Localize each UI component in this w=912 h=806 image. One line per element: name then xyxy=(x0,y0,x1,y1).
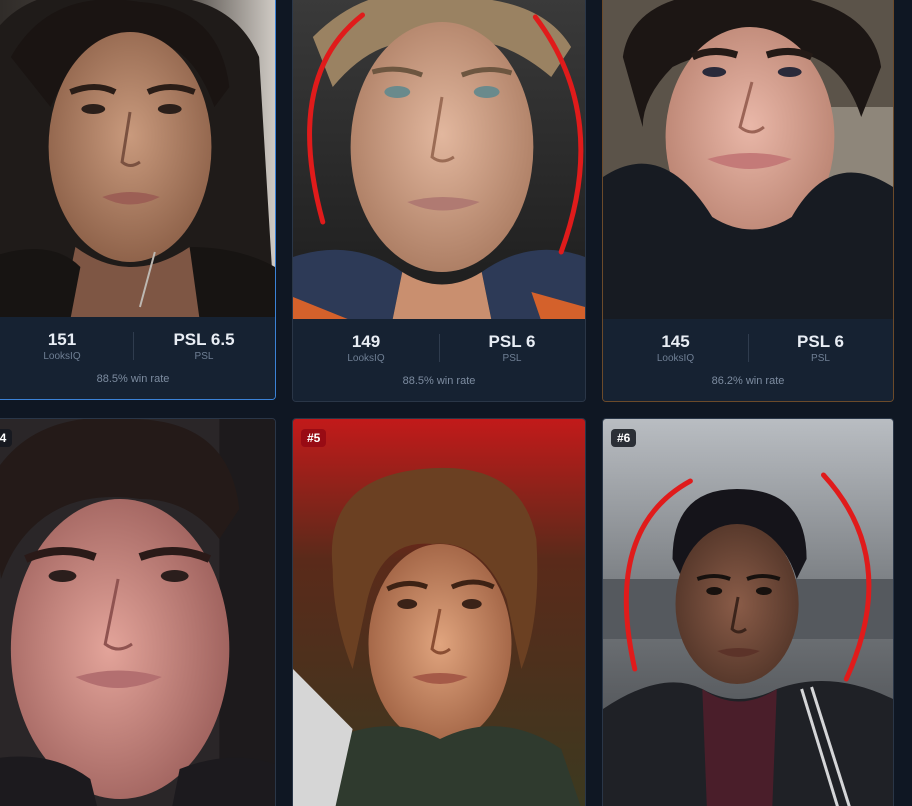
psl-label: PSL xyxy=(194,351,214,362)
profile-card[interactable]: #6 xyxy=(602,418,894,806)
rank-badge: #5 xyxy=(301,429,327,447)
looksiq-stat: 145 LooksIQ xyxy=(603,332,748,365)
looksiq-stat: 149 LooksIQ xyxy=(293,332,439,365)
psl-stat: PSL 6 PSL xyxy=(439,332,585,365)
profile-photo[interactable] xyxy=(293,419,585,806)
looksiq-stat: 151 LooksIQ xyxy=(0,330,133,363)
rank-badge: #6 xyxy=(611,429,637,447)
profile-card[interactable]: 151 LooksIQ PSL 6.5 PSL 88.5% win rate xyxy=(0,0,276,400)
psl-stat: PSL 6 PSL xyxy=(748,332,893,365)
card-stats: 151 LooksIQ PSL 6.5 PSL 88.5% win rate xyxy=(0,317,275,399)
win-rate: 88.5% win rate xyxy=(96,373,170,385)
psl-label: PSL xyxy=(502,353,522,364)
profile-photo[interactable] xyxy=(603,419,893,806)
psl-value: PSL 6 xyxy=(797,332,844,351)
profile-photo[interactable] xyxy=(0,0,275,319)
looksiq-label: LooksIQ xyxy=(656,353,695,364)
looksiq-label: LooksIQ xyxy=(43,351,81,362)
profile-photo[interactable] xyxy=(293,0,585,321)
psl-value: PSL 6 xyxy=(488,332,536,351)
win-rate: 86.2% win rate xyxy=(711,375,785,387)
profile-card[interactable]: #4 xyxy=(0,418,276,806)
psl-stat: PSL 6.5 PSL xyxy=(133,330,275,363)
win-rate: 88.5% win rate xyxy=(402,375,476,387)
profile-card[interactable]: 145 LooksIQ PSL 6 PSL 86.2% win rate xyxy=(602,0,894,402)
looksiq-value: 151 xyxy=(47,330,77,349)
leaderboard-grid: 151 LooksIQ PSL 6.5 PSL 88.5% win rate 1… xyxy=(0,0,912,806)
psl-label: PSL xyxy=(811,353,830,364)
profile-photo[interactable] xyxy=(603,0,893,321)
profile-card[interactable]: #5 xyxy=(292,418,586,806)
psl-value: PSL 6.5 xyxy=(173,330,235,349)
card-stats: 145 LooksIQ PSL 6 PSL 86.2% win rate xyxy=(603,319,893,401)
card-stats: 149 LooksIQ PSL 6 PSL 88.5% win rate xyxy=(293,319,585,401)
looksiq-value: 149 xyxy=(351,332,381,351)
profile-card[interactable]: 149 LooksIQ PSL 6 PSL 88.5% win rate xyxy=(292,0,586,402)
looksiq-label: LooksIQ xyxy=(347,353,385,364)
rank-badge: #4 xyxy=(0,429,13,447)
looksiq-value: 145 xyxy=(661,332,690,351)
profile-photo[interactable] xyxy=(0,419,275,806)
